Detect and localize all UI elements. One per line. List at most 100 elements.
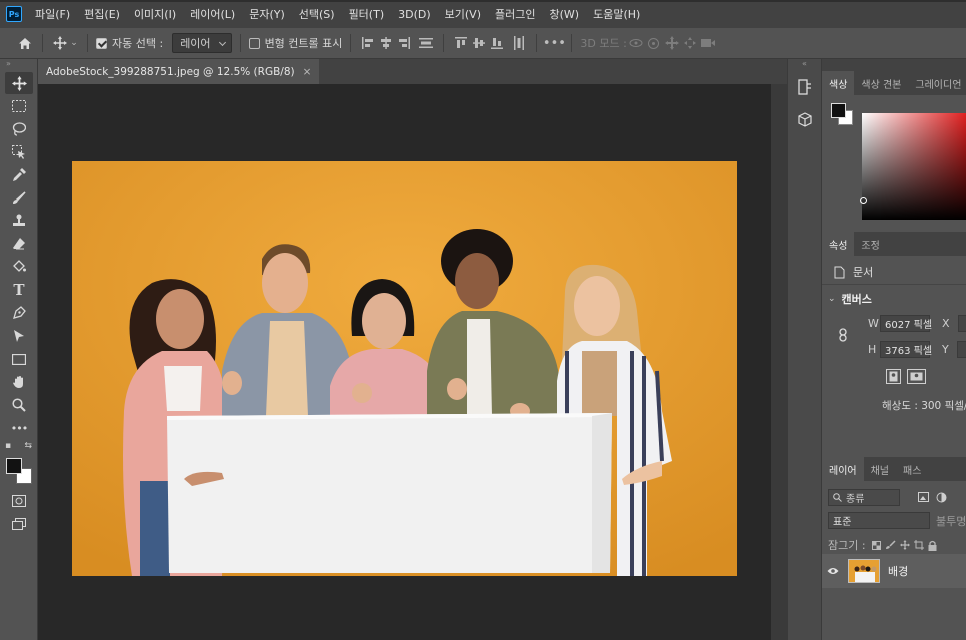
- type-tool-icon[interactable]: T: [5, 279, 33, 301]
- y-field[interactable]: [956, 341, 966, 358]
- menu-window[interactable]: 창(W): [542, 6, 586, 22]
- 3d-orbit-icon[interactable]: [627, 34, 645, 52]
- align-top-icon[interactable]: [452, 34, 470, 52]
- color-swatches[interactable]: [831, 103, 855, 127]
- more-options-icon[interactable]: •••: [543, 34, 566, 52]
- align-middle-icon[interactable]: [470, 34, 488, 52]
- color-swatches[interactable]: [4, 456, 34, 486]
- menu-type[interactable]: 문자(Y): [242, 6, 292, 22]
- transform-controls-checkbox[interactable]: 변형 컨트롤 표시: [248, 35, 342, 51]
- layers-panel: 종류 표준 불투명 잠그기 : 배경: [822, 481, 966, 640]
- history-panel-icon[interactable]: [791, 73, 819, 101]
- distribute-vertical-icon[interactable]: [510, 34, 528, 52]
- tab-swatches[interactable]: 색상 견본: [854, 71, 908, 95]
- canvas-image[interactable]: [72, 161, 737, 576]
- color-picker-field[interactable]: [860, 113, 966, 220]
- width-field[interactable]: 6027 픽셀: [880, 315, 932, 332]
- brush-tool-icon[interactable]: [5, 187, 33, 209]
- vertical-scrollbar[interactable]: [771, 84, 787, 640]
- 3d-pan-icon[interactable]: [663, 34, 681, 52]
- adjustment-filter-icon[interactable]: [932, 488, 950, 506]
- close-icon[interactable]: ×: [303, 66, 312, 78]
- rectangle-tool-icon[interactable]: [5, 348, 33, 370]
- screen-mode-icon[interactable]: [5, 513, 33, 535]
- lasso-tool-icon[interactable]: [5, 118, 33, 140]
- swap-colors-icon[interactable]: ⇆: [24, 441, 32, 451]
- checkbox-checked-icon[interactable]: [96, 37, 107, 49]
- marquee-tool-icon[interactable]: [5, 95, 33, 117]
- eraser-tool-icon[interactable]: [5, 233, 33, 255]
- checkbox-unchecked-icon[interactable]: [248, 37, 260, 49]
- align-bottom-icon[interactable]: [488, 34, 506, 52]
- tab-paths[interactable]: 패스: [896, 457, 928, 481]
- distribute-icon[interactable]: [417, 34, 435, 52]
- height-field[interactable]: 3763 픽셀: [880, 341, 932, 358]
- stamp-tool-icon[interactable]: [5, 210, 33, 232]
- align-right-icon[interactable]: [395, 34, 413, 52]
- layer-kind-filter[interactable]: 종류: [828, 488, 900, 506]
- zoom-tool-icon[interactable]: [5, 394, 33, 416]
- chevron-down-icon[interactable]: ⌄: [69, 34, 79, 52]
- pen-tool-icon[interactable]: [5, 302, 33, 324]
- document-tab[interactable]: AdobeStock_399288751.jpeg @ 12.5% (RGB/8…: [38, 59, 320, 84]
- color-picker-cursor[interactable]: [860, 197, 867, 204]
- document-kind: 문서: [834, 264, 873, 280]
- menu-filter[interactable]: 필터(T): [342, 6, 392, 22]
- tab-properties[interactable]: 속성: [822, 232, 855, 256]
- 3d-camera-icon[interactable]: [699, 34, 717, 52]
- lock-artboard-icon[interactable]: [912, 536, 926, 554]
- layer-row[interactable]: 배경: [822, 554, 966, 588]
- lock-move-icon[interactable]: [898, 536, 912, 554]
- tab-color[interactable]: 색상: [822, 71, 855, 95]
- move-tool-icon[interactable]: [5, 72, 33, 94]
- blend-mode-dropdown[interactable]: 표준: [828, 512, 930, 529]
- move-tool-icon[interactable]: [51, 34, 69, 52]
- foreground-color-swatch[interactable]: [831, 103, 846, 118]
- lock-brush-icon[interactable]: [884, 536, 898, 554]
- lock-all-icon[interactable]: [926, 536, 940, 554]
- x-field[interactable]: [957, 315, 966, 332]
- tab-gradients[interactable]: 그레이디언: [908, 71, 966, 95]
- chevron-down-icon[interactable]: ⌄: [828, 294, 836, 304]
- 3d-panel-icon[interactable]: [791, 105, 819, 133]
- lock-transparent-icon[interactable]: [870, 536, 884, 554]
- photoshop-logo[interactable]: Ps: [6, 6, 22, 22]
- menu-3d[interactable]: 3D(D): [391, 8, 438, 21]
- tab-adjustments[interactable]: 조정: [854, 232, 886, 256]
- link-icon[interactable]: [838, 328, 848, 345]
- menu-edit[interactable]: 편집(E): [77, 6, 127, 22]
- menu-file[interactable]: 파일(F): [28, 6, 77, 22]
- landscape-icon[interactable]: [907, 369, 926, 384]
- pixel-filter-icon[interactable]: [914, 488, 932, 506]
- tab-layers[interactable]: 레이어: [822, 457, 864, 481]
- auto-select-checkbox[interactable]: 자동 선택 :: [96, 35, 163, 51]
- auto-select-dropdown[interactable]: 레이어: [172, 33, 232, 53]
- menu-view[interactable]: 보기(V): [438, 6, 488, 22]
- menu-plugins[interactable]: 플러그인: [488, 6, 542, 22]
- tab-channels[interactable]: 채널: [864, 457, 896, 481]
- paint-bucket-tool-icon[interactable]: [5, 256, 33, 278]
- quick-mask-icon[interactable]: [5, 490, 33, 512]
- eye-icon[interactable]: [822, 565, 844, 578]
- align-center-icon[interactable]: [377, 34, 395, 52]
- object-select-tool-icon[interactable]: [5, 141, 33, 163]
- foreground-color-swatch[interactable]: [6, 458, 22, 474]
- path-select-tool-icon[interactable]: [5, 325, 33, 347]
- canvas-section-header[interactable]: ⌄ 캔버스: [828, 291, 872, 307]
- menu-select[interactable]: 선택(S): [292, 6, 342, 22]
- panel-collapse-icon[interactable]: »: [0, 59, 37, 71]
- menu-image[interactable]: 이미지(I): [127, 6, 183, 22]
- eyedropper-tool-icon[interactable]: [5, 164, 33, 186]
- hand-tool-icon[interactable]: [5, 371, 33, 393]
- 3d-roll-icon[interactable]: [645, 34, 663, 52]
- default-colors-icon[interactable]: ▪: [5, 441, 11, 451]
- portrait-icon[interactable]: [886, 369, 901, 384]
- lock-label: 잠그기 :: [828, 539, 866, 552]
- 3d-slide-icon[interactable]: [681, 34, 699, 52]
- menu-layer[interactable]: 레이어(L): [183, 6, 242, 22]
- panel-collapse-icon[interactable]: «: [788, 59, 821, 69]
- align-left-icon[interactable]: [359, 34, 377, 52]
- menu-help[interactable]: 도움말(H): [586, 6, 647, 22]
- edit-toolbar-icon[interactable]: •••: [5, 417, 33, 439]
- home-icon[interactable]: [16, 34, 34, 52]
